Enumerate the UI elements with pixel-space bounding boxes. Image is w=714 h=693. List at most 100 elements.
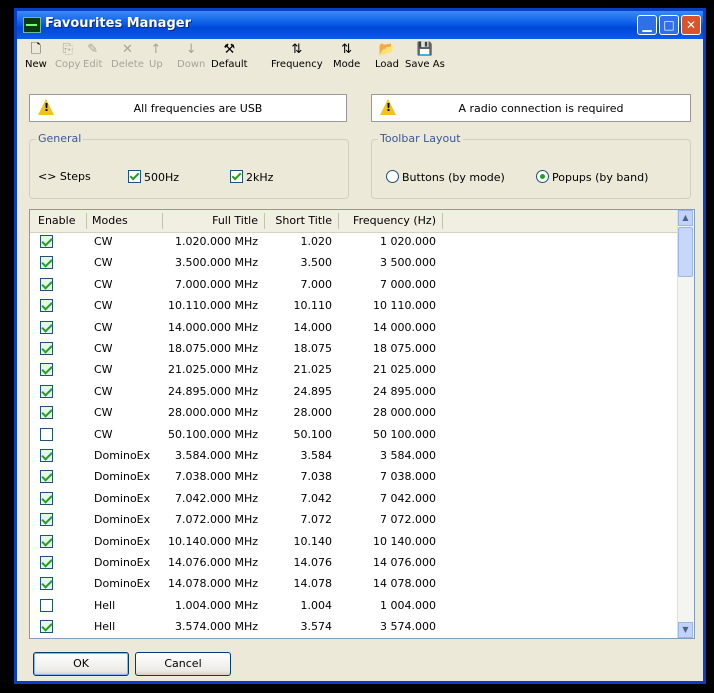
scroll-down-icon[interactable]: ▼ — [678, 622, 693, 638]
edit-icon: ✎ — [87, 42, 99, 57]
radio-notice: A radio connection is required — [371, 94, 691, 122]
enable-checkbox[interactable] — [40, 342, 53, 355]
buttons-by-mode-radio[interactable]: Buttons (by mode) — [386, 170, 505, 184]
column-full-title[interactable]: Full Title — [164, 214, 258, 227]
enable-checkbox[interactable] — [40, 320, 53, 334]
favourites-list[interactable]: Enable Modes Full Title Short Title Freq… — [29, 209, 695, 639]
enable-checkbox[interactable] — [40, 449, 53, 462]
enable-checkbox[interactable] — [40, 598, 53, 612]
enable-checkbox[interactable] — [40, 384, 53, 398]
table-row[interactable]: CW 14.000.000 MHz 14.000 14 000.000 — [30, 319, 678, 338]
table-row[interactable]: CW 50.100.000 MHz 50.100 50 100.000 — [30, 426, 678, 445]
toolbar-button-label: Up — [149, 59, 163, 70]
warning-icon — [38, 99, 54, 115]
enable-checkbox[interactable] — [40, 470, 53, 484]
vertical-scrollbar[interactable]: ▲ ▼ — [677, 210, 694, 638]
toolbar-button-label: Load — [375, 59, 399, 70]
popups-by-band-radio[interactable]: Popups (by band) — [536, 170, 648, 184]
table-row[interactable]: Hell 3.574.000 MHz 3.574 3 574.000 — [30, 618, 678, 637]
frequency-cell: 21 025.000 — [373, 363, 436, 377]
2khz-checkbox[interactable]: 2kHz — [230, 170, 273, 184]
table-row[interactable]: DominoEx 14.076.000 MHz 14.076 14 076.000 — [30, 554, 678, 573]
maximize-button[interactable]: □ — [659, 15, 679, 35]
enable-checkbox[interactable] — [40, 427, 53, 441]
radio-notice-text: A radio connection is required — [458, 102, 624, 115]
table-row[interactable]: CW 24.895.000 MHz 24.895 24 895.000 — [30, 383, 678, 402]
toolbar-copy-button[interactable]: ⎘ Copy — [55, 41, 80, 70]
column-short-title[interactable]: Short Title — [266, 214, 332, 227]
table-row[interactable]: CW 7.000.000 MHz 7.000 7 000.000 — [30, 276, 678, 295]
table-row[interactable]: CW 28.000.000 MHz 28.000 28 000.000 — [30, 404, 678, 423]
table-row[interactable]: Hell 1.004.000 MHz 1.004 1 004.000 — [30, 597, 678, 616]
new-file-icon: 🗋 — [30, 42, 42, 57]
enable-checkbox[interactable] — [40, 534, 53, 548]
table-row[interactable]: CW 21.025.000 MHz 21.025 21 025.000 — [30, 361, 678, 380]
cancel-button[interactable]: Cancel — [135, 652, 231, 676]
close-button[interactable]: ✕ — [681, 15, 701, 35]
frequency-cell: 3 500.000 — [380, 256, 436, 270]
toolbar-frequency-button[interactable]: ⇅ Frequency — [271, 41, 323, 70]
enable-checkbox[interactable] — [40, 556, 53, 569]
column-frequency[interactable]: Frequency (Hz) — [340, 214, 436, 227]
minimize-button[interactable]: ▁ — [637, 15, 657, 35]
full-title-cell: 14.000.000 MHz — [167, 320, 258, 334]
toolbar-new-button[interactable]: 🗋 New — [25, 41, 47, 70]
table-row[interactable]: DominoEx 7.038.000 MHz 7.038 7 038.000 — [30, 468, 678, 487]
enable-checkbox[interactable] — [40, 277, 53, 291]
enable-checkbox[interactable] — [40, 513, 53, 527]
column-modes[interactable]: Modes — [92, 214, 128, 227]
table-row[interactable]: CW 10.110.000 MHz 10.110 10 110.000 — [30, 297, 678, 316]
table-row[interactable]: CW 1.020.000 MHz 1.020 1 020.000 — [30, 233, 678, 252]
short-title-cell: 7.072 — [300, 513, 333, 527]
toolbar-delete-button[interactable]: ✕ Delete — [111, 41, 144, 70]
title-bar[interactable]: Favourites Manager ▁ □ ✕ — [17, 11, 703, 39]
toolbar-load-button[interactable]: 📂 Load — [375, 41, 399, 70]
short-title-cell: 14.078 — [293, 577, 333, 591]
toolbar-default-button[interactable]: ⚒ Default — [211, 41, 248, 70]
table-row[interactable]: DominoEx 14.078.000 MHz 14.078 14 078.000 — [30, 575, 678, 594]
500hz-checkbox[interactable]: 500Hz — [128, 170, 179, 184]
table-row[interactable]: CW 18.075.000 MHz 18.075 18 075.000 — [30, 340, 678, 359]
scroll-up-icon[interactable]: ▲ — [678, 210, 693, 226]
toolbar-save-as-button[interactable]: 💾 Save As — [405, 41, 445, 70]
enable-checkbox[interactable] — [40, 491, 53, 505]
enable-checkbox[interactable] — [40, 235, 53, 248]
enable-checkbox[interactable] — [40, 256, 53, 270]
steps-label: <> Steps — [38, 170, 91, 183]
mode-cell: Hell — [94, 598, 116, 612]
toolbar-button-label: New — [25, 59, 47, 70]
toolbar-mode-button[interactable]: ⇅ Mode — [333, 41, 360, 70]
usb-notice-text: All frequencies are USB — [133, 102, 263, 115]
enable-checkbox[interactable] — [40, 620, 53, 634]
full-title-cell: 1.020.000 MHz — [174, 235, 258, 248]
column-enable[interactable]: Enable — [38, 214, 75, 227]
mode-cell: DominoEx — [94, 513, 151, 527]
full-title-cell: 50.100.000 MHz — [167, 427, 258, 441]
full-title-cell: 7.072.000 MHz — [174, 513, 258, 527]
table-row[interactable]: DominoEx 3.584.000 MHz 3.584 3 584.000 — [30, 447, 678, 466]
enable-checkbox[interactable] — [40, 577, 53, 591]
ok-button[interactable]: OK — [33, 652, 129, 676]
full-title-cell: 14.078.000 MHz — [167, 577, 258, 591]
toolbar-button-label: Default — [211, 59, 248, 70]
table-row[interactable]: DominoEx 7.042.000 MHz 7.042 7 042.000 — [30, 490, 678, 509]
mode-cell: DominoEx — [94, 470, 151, 484]
table-row[interactable]: DominoEx 7.072.000 MHz 7.072 7 072.000 — [30, 511, 678, 530]
toolbar-button-label: Down — [177, 59, 206, 70]
mode-cell: CW — [94, 320, 113, 334]
enable-checkbox[interactable] — [40, 406, 53, 420]
toolbar-up-button[interactable]: ↑ Up — [149, 41, 163, 70]
toolbar-down-button[interactable]: ↓ Down — [177, 41, 205, 70]
scroll-thumb[interactable] — [678, 227, 693, 277]
table-row[interactable]: DominoEx 10.140.000 MHz 10.140 10 140.000 — [30, 533, 678, 552]
frequency-cell: 1 004.000 — [380, 598, 436, 612]
enable-checkbox[interactable] — [40, 363, 53, 377]
toolbar-button-label: Copy — [55, 59, 81, 70]
toolbar-edit-button[interactable]: ✎ Edit — [83, 41, 102, 70]
toolbar-button-label: Mode — [333, 59, 361, 70]
short-title-cell: 3.500 — [300, 256, 333, 270]
table-row[interactable]: CW 3.500.000 MHz 3.500 3 500.000 — [30, 254, 678, 273]
mode-cell: CW — [94, 363, 113, 377]
enable-checkbox[interactable] — [40, 299, 53, 313]
copy-icon: ⎘ — [62, 42, 73, 57]
